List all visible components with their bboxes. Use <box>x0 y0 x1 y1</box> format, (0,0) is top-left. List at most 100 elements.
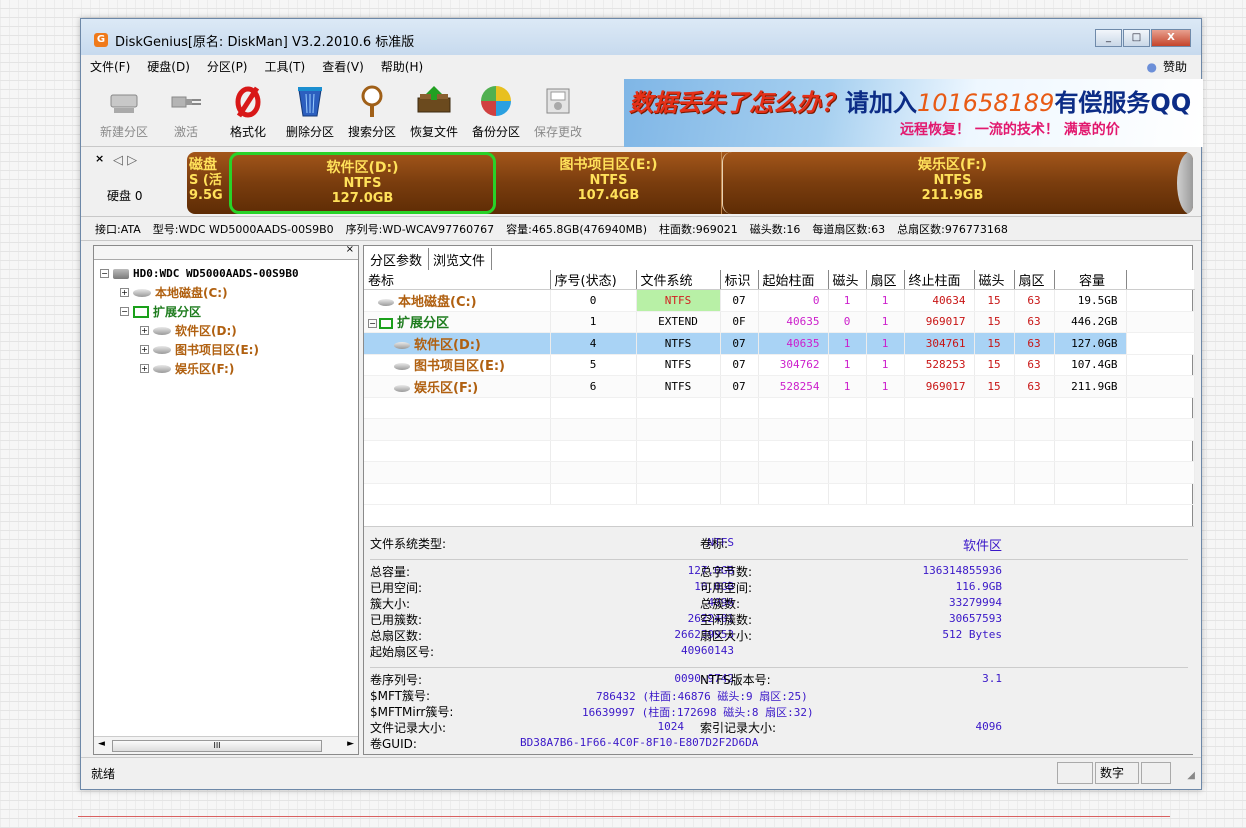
search-partition-button[interactable]: 搜索分区 <box>341 79 403 147</box>
disk-part-c-size: 9.5G <box>189 188 223 203</box>
scroll-right-icon[interactable]: ► <box>347 739 354 749</box>
menu-file[interactable]: 文件(F) <box>81 58 138 75</box>
menu-tools[interactable]: 工具(T) <box>256 58 314 75</box>
sponsor-link[interactable]: ● 赞助 <box>1147 58 1188 75</box>
table-row[interactable]: 本地磁盘(C:) 0 NTFS 07 0 1 1 40634 15 63 19.… <box>364 289 1195 312</box>
expand-icon[interactable]: + <box>140 345 149 354</box>
extended-partition-icon <box>133 305 149 318</box>
tree-item-software[interactable]: + 软件区(D:) <box>100 321 358 340</box>
search-partition-label: 搜索分区 <box>347 125 396 139</box>
disk-part-e[interactable]: 图书项目区(E:) NTFS 107.4GB <box>496 152 722 214</box>
free-label: 可用空间: <box>700 581 753 595</box>
row-end-cyl: 40634 <box>904 289 975 312</box>
resize-grip-icon[interactable]: ◢ <box>1187 770 1195 781</box>
index-size-label: 索引记录大小: <box>700 721 777 735</box>
tab-bar: 分区参数 浏览文件 <box>366 248 493 270</box>
col-header-end-cyl[interactable]: 终止柱面 <box>904 270 975 290</box>
collapse-icon[interactable]: − <box>100 269 109 278</box>
row-label: 扩展分区 <box>397 316 450 332</box>
hard-disk-icon <box>113 268 129 279</box>
row-extra <box>1126 354 1195 376</box>
col-header-fs[interactable]: 文件系统 <box>636 270 721 290</box>
disk-part-d[interactable]: 软件区(D:) NTFS 127.0GB <box>229 152 496 214</box>
expand-icon[interactable]: + <box>120 288 129 297</box>
tree-horizontal-scrollbar[interactable]: ◄ III ► <box>94 736 358 754</box>
col-header-end-sec[interactable]: 扇区 <box>1014 270 1055 290</box>
menu-help[interactable]: 帮助(H) <box>372 58 431 75</box>
title-bar[interactable]: G DiskGenius[原名: DiskMan] V3.2.2010.6 标准… <box>81 19 1201 55</box>
row-fs: NTFS <box>636 375 721 398</box>
partition-pane: 分区参数 浏览文件 卷标 序号(状态) 文件系统 标识 起始柱面 磁头 扇区 终… <box>363 245 1195 755</box>
menu-disk[interactable]: 硬盘(D) <box>138 58 198 75</box>
backup-partition-button[interactable]: 备份分区 <box>465 79 527 147</box>
free-clusters-value: 30657593 <box>949 612 1002 625</box>
disk-nav-arrows[interactable]: ◁ ▷ <box>113 153 137 168</box>
tree-item-disk[interactable]: − HD0:WDC WD5000AADS-00S9B0 <box>100 264 358 283</box>
disk-capacity: 容量:465.8GB(476940MB) <box>506 222 648 236</box>
maximize-button[interactable]: □ <box>1123 29 1150 47</box>
row-label-cell: 娱乐区(F:) <box>364 375 551 398</box>
banner-headline: 数据丢失了怎么办？请加入101658189有偿服务QQ <box>629 83 1191 118</box>
recover-files-button[interactable]: 恢复文件 <box>403 79 465 147</box>
disk-part-d-size: 127.0GB <box>331 191 394 206</box>
col-header-start-cyl[interactable]: 起始柱面 <box>758 270 829 290</box>
table-row-selected[interactable]: 软件区(D:) 4 NTFS 07 40635 1 1 304761 15 63… <box>364 332 1195 355</box>
delete-partition-button[interactable]: 删除分区 <box>279 79 341 147</box>
save-changes-button[interactable]: 保存更改 <box>527 79 589 147</box>
row-end-head: 15 <box>974 289 1015 312</box>
row-end-head: 15 <box>974 311 1015 333</box>
ad-banner[interactable]: 数据丢失了怎么办？请加入101658189有偿服务QQ 远程恢复！ 一流的技术！… <box>624 79 1203 147</box>
new-partition-button[interactable]: 新建分区 <box>93 79 155 147</box>
format-button[interactable]: 格式化 <box>217 79 279 147</box>
disk-map-close-icon[interactable]: × <box>95 152 104 165</box>
tab-browse-files[interactable]: 浏览文件 <box>429 248 493 270</box>
details-divider <box>370 667 1188 668</box>
activate-button[interactable]: 激活 <box>155 79 217 147</box>
col-header-start-sec[interactable]: 扇区 <box>866 270 905 290</box>
row-num: 6 <box>550 375 637 398</box>
collapse-icon[interactable]: − <box>120 307 129 316</box>
disk-total-sectors: 总扇区数:976773168 <box>897 222 1008 236</box>
scroll-thumb[interactable]: III <box>112 740 322 752</box>
tree-item-entertainment[interactable]: + 娱乐区(F:) <box>100 359 358 378</box>
col-header-num[interactable]: 序号(状态) <box>550 270 637 290</box>
partition-icon <box>394 384 410 392</box>
total-bytes-value: 136314855936 <box>922 564 1002 577</box>
disk-part-f[interactable]: 娱乐区(F:) NTFS 211.9GB <box>722 152 1182 214</box>
menu-partition[interactable]: 分区(P) <box>198 58 256 75</box>
col-header-label[interactable]: 卷标 <box>364 270 551 290</box>
minimize-button[interactable]: _ <box>1095 29 1122 47</box>
col-header-size[interactable]: 容量 <box>1054 270 1127 290</box>
table-row[interactable]: 娱乐区(F:) 6 NTFS 07 528254 1 1 969017 15 6… <box>364 375 1195 398</box>
table-row[interactable]: 图书项目区(E:) 5 NTFS 07 304762 1 1 528253 15… <box>364 354 1195 376</box>
activate-icon <box>168 83 204 119</box>
tab-partition-params[interactable]: 分区参数 <box>366 248 430 270</box>
row-start-cyl: 528254 <box>758 375 829 398</box>
row-end-sec: 63 <box>1014 332 1055 355</box>
close-button[interactable]: X <box>1151 29 1191 47</box>
menu-view[interactable]: 查看(V) <box>313 58 372 75</box>
row-end-head: 15 <box>974 332 1015 355</box>
disk-part-e-fs: NTFS <box>589 173 628 188</box>
scroll-left-icon[interactable]: ◄ <box>98 739 105 749</box>
expand-icon[interactable]: + <box>140 326 149 335</box>
format-label: 格式化 <box>229 125 266 139</box>
expand-icon[interactable]: + <box>140 364 149 373</box>
col-header-id[interactable]: 标识 <box>720 270 759 290</box>
disk-sectors-per-track: 每道扇区数:63 <box>812 222 886 236</box>
collapse-icon[interactable]: − <box>368 319 377 329</box>
table-row[interactable]: − 扩展分区 1 EXTEND 0F 40635 0 1 969017 15 63… <box>364 311 1195 333</box>
col-header-start-head[interactable]: 磁头 <box>828 270 867 290</box>
row-extra <box>1126 332 1195 355</box>
tree-item-local[interactable]: + 本地磁盘(C:) <box>100 283 358 302</box>
col-header-end-head[interactable]: 磁头 <box>974 270 1015 290</box>
tree-item-extended[interactable]: − 扩展分区 <box>100 302 358 321</box>
row-num: 5 <box>550 354 637 376</box>
tree-pane-header: × <box>94 244 358 260</box>
tree-pane-close-icon[interactable]: × <box>346 244 354 255</box>
disk-part-c[interactable]: 磁盘 S (活 9.5G <box>187 152 227 214</box>
row-fs: NTFS <box>636 332 721 355</box>
tree-item-books[interactable]: + 图书项目区(E:) <box>100 340 358 359</box>
row-start-sec: 1 <box>866 289 905 312</box>
tree-entertainment-label: 娱乐区(F:) <box>175 362 235 376</box>
